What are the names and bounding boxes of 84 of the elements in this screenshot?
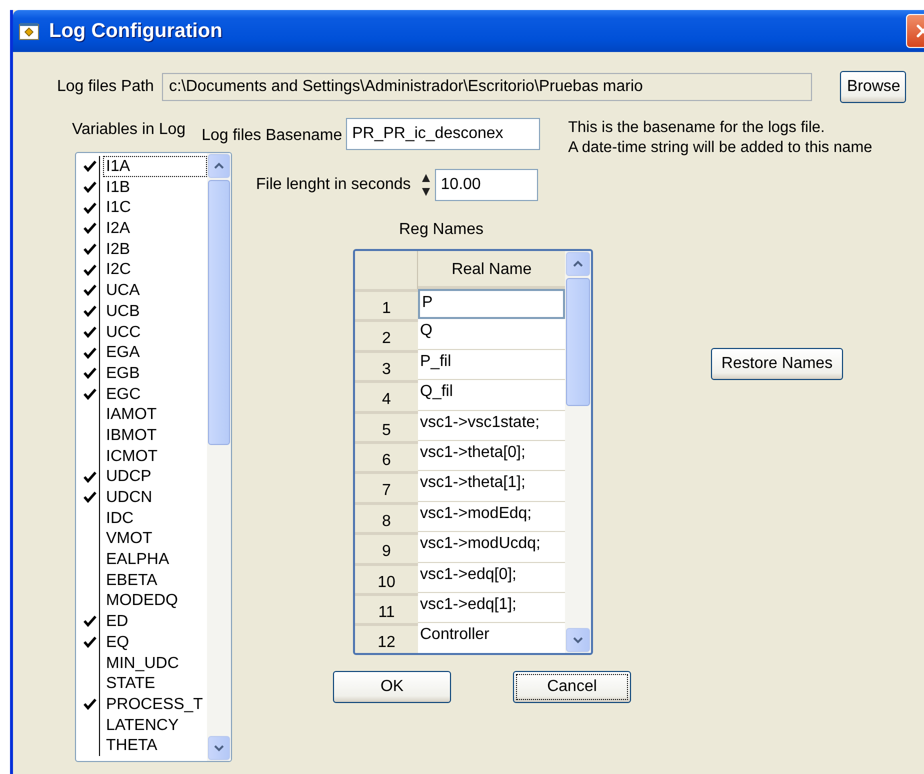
reg-names-label: Reg Names bbox=[399, 221, 484, 239]
row-header: 1 bbox=[355, 289, 418, 320]
list-item[interactable]: EGA bbox=[103, 342, 207, 363]
checkmark-icon bbox=[82, 367, 96, 380]
list-item[interactable]: UCA bbox=[103, 280, 207, 301]
checkmark-icon bbox=[82, 346, 96, 359]
checkmark-icon bbox=[82, 160, 96, 172]
list-item[interactable]: IDC bbox=[103, 508, 207, 528]
checkmark-icon bbox=[82, 202, 96, 214]
list-item[interactable]: EGB bbox=[103, 362, 207, 384]
list-item[interactable]: UCC bbox=[103, 322, 207, 342]
row-header: 10 bbox=[355, 562, 418, 593]
scrollbar[interactable] bbox=[207, 153, 231, 761]
browse-button[interactable]: Browse bbox=[840, 71, 906, 103]
checkmark-icon bbox=[82, 264, 96, 276]
list-item[interactable]: UDCP bbox=[103, 466, 207, 487]
table-cell[interactable]: P bbox=[418, 289, 566, 320]
list-item[interactable]: EQ bbox=[103, 632, 207, 652]
list-item[interactable]: IBMOT bbox=[103, 424, 207, 446]
file-length-field[interactable]: 10.00 bbox=[434, 169, 538, 201]
scroll-up-button[interactable] bbox=[566, 252, 590, 276]
list-item[interactable]: IAMOT bbox=[103, 404, 207, 425]
list-item[interactable]: LATENCY bbox=[103, 714, 207, 736]
checkmark-icon bbox=[82, 326, 96, 338]
row-header: 4 bbox=[355, 380, 418, 411]
list-item[interactable]: ICMOT bbox=[103, 446, 207, 466]
row-header: 8 bbox=[355, 502, 418, 532]
help-text: A date-time string will be added to this name bbox=[568, 138, 872, 158]
list-item[interactable]: UDCN bbox=[103, 487, 207, 508]
checkmark-icon bbox=[82, 636, 96, 648]
list-item[interactable]: STATE bbox=[103, 673, 207, 694]
list-item[interactable]: EGC bbox=[103, 384, 207, 404]
path-label: Log files Path bbox=[57, 78, 154, 96]
checkmark-icon bbox=[82, 222, 96, 234]
scroll-thumb[interactable] bbox=[566, 278, 590, 406]
row-header: 3 bbox=[355, 350, 418, 380]
scroll-down-button[interactable] bbox=[208, 736, 230, 760]
basename-label: Log files Basename bbox=[202, 127, 342, 145]
list-item[interactable]: I2A bbox=[103, 218, 207, 239]
checkmark-icon bbox=[82, 243, 96, 256]
list-item[interactable]: I2C bbox=[103, 259, 207, 280]
list-item[interactable]: EALPHA bbox=[103, 549, 207, 570]
checkmark-icon bbox=[82, 470, 96, 483]
list-item[interactable]: UCB bbox=[103, 300, 207, 322]
help-text: This is the basename for the logs file. bbox=[568, 118, 825, 138]
row-header: 9 bbox=[355, 532, 418, 563]
row-header: 12 bbox=[355, 623, 418, 653]
file-length-label: File lenght in seconds bbox=[256, 176, 411, 194]
checkmark-icon bbox=[82, 615, 96, 628]
app-icon bbox=[19, 22, 39, 40]
column-header[interactable]: Real Name bbox=[418, 251, 566, 289]
list-item[interactable]: I1C bbox=[103, 197, 207, 218]
list-item[interactable]: VMOT bbox=[103, 528, 207, 550]
checkmark-icon bbox=[82, 284, 96, 296]
list-item[interactable]: PROCESS_T bbox=[103, 694, 207, 715]
list-item[interactable]: MODEDQ bbox=[103, 590, 207, 612]
checkmark-icon bbox=[82, 388, 96, 400]
list-item[interactable]: ED bbox=[103, 611, 207, 632]
basename-field[interactable]: PR_PR_ic_desconex bbox=[346, 118, 540, 150]
row-header: 2 bbox=[355, 319, 418, 350]
checkmark-icon bbox=[82, 698, 96, 710]
variables-label: Variables in Log bbox=[72, 121, 186, 139]
scrollbar[interactable] bbox=[565, 251, 591, 653]
path-field[interactable]: c:\Documents and Settings\Administrador\Escritorio\Pruebas mario bbox=[162, 73, 812, 101]
row-header: 5 bbox=[355, 410, 418, 441]
row-header: 11 bbox=[355, 592, 418, 624]
restore-names-button[interactable]: Restore Names bbox=[711, 348, 843, 380]
scroll-up-button[interactable] bbox=[208, 154, 230, 178]
checkmark-icon bbox=[82, 305, 96, 318]
corner-header bbox=[355, 251, 418, 289]
cancel-button[interactable]: Cancel bbox=[513, 671, 631, 703]
list-item[interactable]: EBETA bbox=[103, 570, 207, 590]
scroll-thumb[interactable] bbox=[208, 180, 230, 445]
row-header: 7 bbox=[355, 471, 418, 502]
checkmark-icon bbox=[82, 491, 96, 504]
list-item[interactable]: THETA bbox=[103, 735, 207, 756]
row-header: 6 bbox=[355, 440, 418, 472]
list-item[interactable]: MIN_UDC bbox=[103, 652, 207, 674]
checkmark-icon bbox=[82, 181, 96, 194]
scroll-down-button[interactable] bbox=[566, 628, 590, 652]
ok-button[interactable]: OK bbox=[333, 671, 451, 703]
window-title: Log Configuration bbox=[49, 20, 222, 42]
list-item[interactable]: I1B bbox=[103, 176, 207, 198]
list-item[interactable]: I2B bbox=[103, 238, 207, 260]
